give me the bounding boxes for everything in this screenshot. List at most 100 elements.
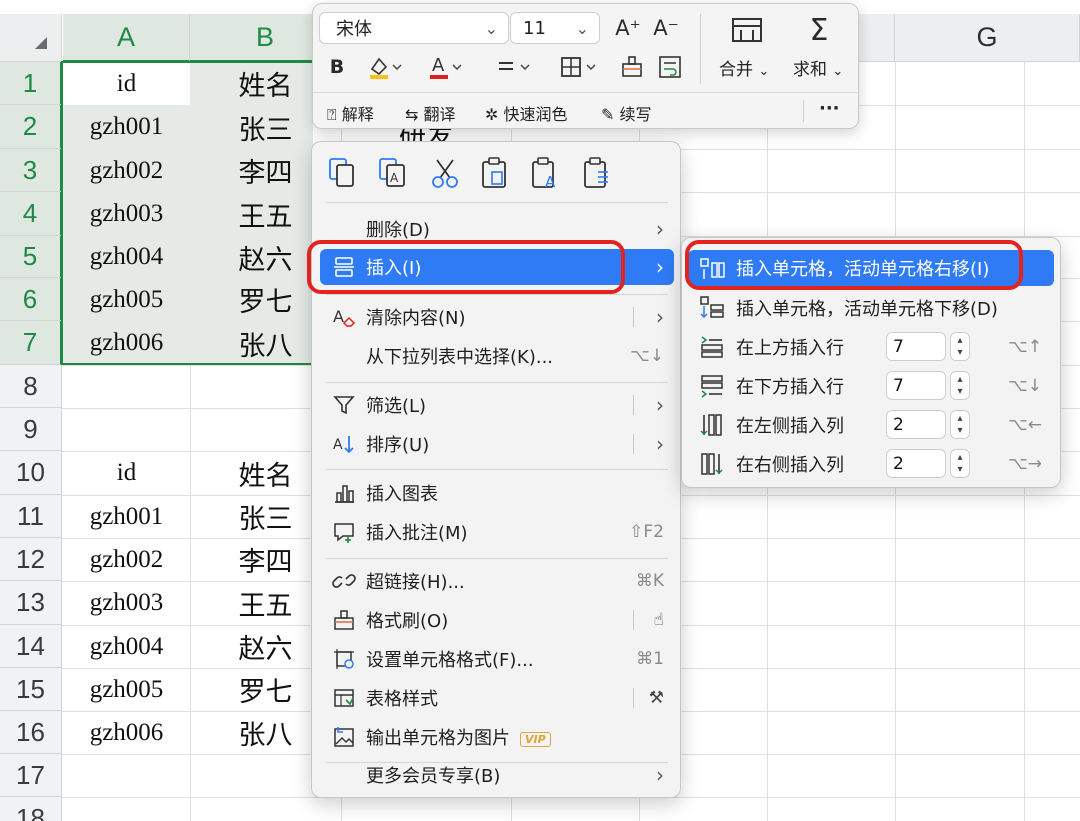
select-all-corner[interactable] <box>0 14 62 62</box>
row-header-13[interactable]: 13 <box>0 581 62 625</box>
submenu-insert-row-above-label: 在上方插入行 <box>736 338 844 359</box>
row-header-5[interactable]: 5 <box>0 236 62 278</box>
cell-a3[interactable]: gzh002 <box>63 149 190 192</box>
format-painter-icon[interactable] <box>617 52 647 82</box>
align-button[interactable] <box>493 52 533 82</box>
quick-color-button[interactable]: ✲ 快速润色 <box>485 101 568 125</box>
wrap-text-icon[interactable] <box>655 52 685 82</box>
fill-color-button[interactable] <box>365 52 405 82</box>
paste-special-icon[interactable] <box>580 156 614 194</box>
row-header-17[interactable]: 17 <box>0 754 62 797</box>
menu-insert[interactable]: 插入(I) › <box>320 249 674 285</box>
menu-insert-comment[interactable]: 插入批注(M) ⇧F2 <box>320 514 674 550</box>
menu-table-style[interactable]: 表格样式 ⚒ <box>320 680 674 716</box>
cell-a2[interactable]: gzh001 <box>63 105 190 149</box>
cell-a6[interactable]: gzh005 <box>63 278 190 321</box>
more-options-button[interactable]: ··· <box>819 98 840 119</box>
submenu-insert-col-left[interactable]: 在左侧插入列 2 ▴ ▾ ⌥← <box>688 407 1054 443</box>
cut-icon[interactable] <box>428 156 462 194</box>
paste-icon[interactable] <box>478 156 512 194</box>
row-header-15[interactable]: 15 <box>0 668 62 711</box>
menu-delete[interactable]: 删除(D) › <box>320 211 674 247</box>
explain-button[interactable]: ⍰ 解释 <box>327 101 374 125</box>
cell-a12[interactable]: gzh002 <box>63 538 190 581</box>
submenu-insert-row-below[interactable]: 在下方插入行 7 ▴ ▾ ⌥↓ <box>688 368 1054 404</box>
increase-font-icon[interactable]: A⁺ <box>613 14 643 42</box>
copy-as-text-icon[interactable]: A <box>376 156 410 194</box>
row-header-18[interactable]: 18 <box>0 797 62 821</box>
row-header-2[interactable]: 2 <box>0 105 62 149</box>
row-header-7[interactable]: 7 <box>0 321 62 365</box>
decrease-font-icon[interactable]: A⁻ <box>651 14 681 42</box>
cell-a4[interactable]: gzh003 <box>63 192 190 236</box>
cell-a11[interactable]: gzh001 <box>63 495 190 538</box>
cell-a14[interactable]: gzh004 <box>63 625 190 668</box>
menu-filter[interactable]: 筛选(L) › <box>320 387 674 423</box>
row-header-3[interactable]: 3 <box>0 149 62 192</box>
row-below-stepper[interactable]: ▴ ▾ <box>950 371 970 400</box>
col-right-count-input[interactable]: 2 <box>886 449 946 478</box>
menu-export-as-image[interactable]: 输出单元格为图片 VIP <box>320 719 674 755</box>
row-header-12[interactable]: 12 <box>0 538 62 581</box>
cell-a10[interactable]: id <box>63 451 190 495</box>
row-header-10[interactable]: 10 <box>0 451 62 495</box>
col-left-shortcut: ⌥← <box>1008 415 1042 435</box>
merge-icon[interactable] <box>719 10 775 50</box>
menu-export-image-label: 输出单元格为图片 <box>366 728 510 749</box>
col-right-stepper[interactable]: ▴ ▾ <box>950 449 970 478</box>
menu-more-vip[interactable]: 更多会员专享(B) › <box>320 757 674 793</box>
row-header-1[interactable]: 1 <box>0 62 62 105</box>
row-header-9[interactable]: 9 <box>0 408 62 451</box>
row-header-16[interactable]: 16 <box>0 711 62 754</box>
row-header-4[interactable]: 4 <box>0 192 62 236</box>
column-header-a[interactable]: A <box>63 14 190 62</box>
col-left-stepper[interactable]: ▴ ▾ <box>950 410 970 439</box>
menu-pick-from-list[interactable]: 从下拉列表中选择(K)... ⌥↓ <box>320 338 674 374</box>
row-below-count-input[interactable]: 7 <box>886 371 946 400</box>
translate-button[interactable]: ⇆ 翻译 <box>405 101 456 125</box>
menu-sort[interactable]: A 排序(U) › <box>320 426 674 462</box>
row-header-6[interactable]: 6 <box>0 278 62 321</box>
context-menu: A A 删除(D) › 插入(I) › A 清除内容(N) › 从下拉列表中选择… <box>311 141 681 798</box>
continue-write-button[interactable]: ✎ 续写 <box>601 101 652 125</box>
menu-insert-chart[interactable]: 插入图表 <box>320 475 674 511</box>
row-header-8[interactable]: 8 <box>0 365 62 408</box>
submenu-insert-shift-down[interactable]: 插入单元格，活动单元格下移(D) <box>688 290 1054 326</box>
submenu-insert-shift-right[interactable]: 插入单元格，活动单元格右移(I) <box>688 250 1054 286</box>
menu-format-cells[interactable]: 设置单元格格式(F)... ⌘1 <box>320 641 674 677</box>
col-left-count-input[interactable]: 2 <box>886 410 946 439</box>
cell-a1[interactable]: id <box>63 62 190 105</box>
sum-button[interactable]: 求和 ⌄ <box>793 55 843 80</box>
submenu-insert-row-above[interactable]: 在上方插入行 7 ▴ ▾ ⌥↑ <box>688 329 1054 365</box>
menu-filter-label: 筛选(L) <box>366 396 427 417</box>
cell-a5[interactable]: gzh004 <box>63 236 190 278</box>
cell-a15[interactable]: gzh005 <box>63 668 190 711</box>
menu-clear-contents[interactable]: A 清除内容(N) › <box>320 299 674 335</box>
chevron-right-icon: › <box>656 432 664 456</box>
copy-icon[interactable] <box>326 156 360 194</box>
row-header-11[interactable]: 11 <box>0 495 62 538</box>
row-above-count-input[interactable]: 7 <box>886 332 946 361</box>
chevron-down-icon: ⌄ <box>575 19 589 38</box>
bold-button[interactable]: B <box>325 52 349 82</box>
svg-text:A: A <box>545 173 556 190</box>
menu-pick-shortcut: ⌥↓ <box>630 346 664 366</box>
column-header-g[interactable]: G <box>895 14 1080 62</box>
explain-label: 解释 <box>341 105 374 124</box>
submenu-insert-col-right[interactable]: 在右侧插入列 2 ▴ ▾ ⌥→ <box>688 446 1054 482</box>
font-size-select[interactable]: 11 ⌄ <box>510 12 600 44</box>
submenu-insert-col-left-label: 在左侧插入列 <box>736 416 844 437</box>
merge-button[interactable]: 合并 ⌄ <box>719 55 769 80</box>
row-above-stepper[interactable]: ▴ ▾ <box>950 332 970 361</box>
font-name-select[interactable]: 宋体 ⌄ <box>319 12 509 44</box>
paste-as-text-icon[interactable]: A <box>528 156 562 194</box>
cell-a16[interactable]: gzh006 <box>63 711 190 754</box>
row-header-14[interactable]: 14 <box>0 625 62 668</box>
sum-icon[interactable]: Σ <box>791 10 847 50</box>
font-color-button[interactable]: A <box>425 52 465 82</box>
menu-hyperlink[interactable]: 超链接(H)... ⌘K <box>320 563 674 599</box>
cell-a7[interactable]: gzh006 <box>63 321 190 365</box>
menu-format-painter[interactable]: 格式刷(O) ☝ <box>320 602 674 638</box>
cell-a13[interactable]: gzh003 <box>63 581 190 625</box>
border-button[interactable] <box>557 52 601 82</box>
